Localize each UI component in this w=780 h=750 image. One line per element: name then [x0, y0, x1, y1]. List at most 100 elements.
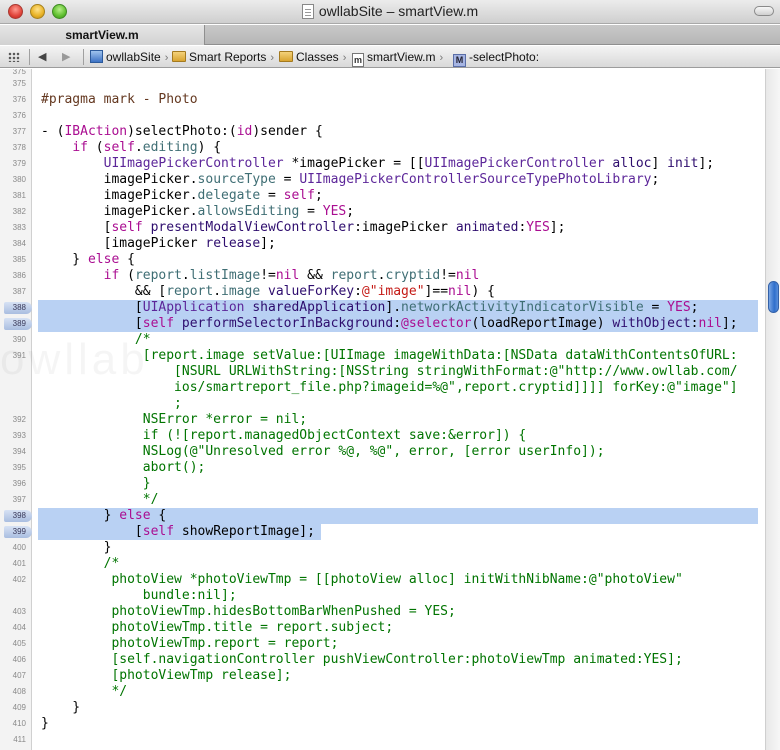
window-title-group: owllabSite – smartView.m [0, 3, 780, 19]
code-line: 401 /* [0, 556, 765, 572]
code-text: && [report.image valueForKey:@"image"]==… [41, 284, 495, 299]
toolbar-toggle-button[interactable] [754, 6, 774, 16]
code-comment: [photoViewTmp release]; [41, 668, 292, 683]
breadcrumb-method[interactable]: M -selectPhoto: [453, 46, 539, 68]
code-line: 395 abort(); [0, 460, 765, 476]
line-number: 396 [12, 479, 26, 488]
code-text: [self performSelectorInBackground:@selec… [41, 316, 738, 331]
code-line: ios/smartreport_file.php?imageid=%@",rep… [0, 380, 765, 396]
jump-bar-divider [29, 49, 30, 65]
code-line: 393 if (![report.managedObjectContext sa… [0, 428, 765, 444]
title-bar: owllabSite – smartView.m [0, 0, 780, 24]
line-number: 376 [12, 111, 26, 120]
code-text: if (report.listImage!=nil && report.cryp… [103, 268, 480, 283]
code-line: 385 } else { [0, 252, 765, 268]
line-number: 404 [12, 623, 26, 632]
line-number: 391 [12, 351, 26, 360]
tab-smartview-m[interactable]: smartView.m [0, 25, 205, 45]
code-line: 378 if (self.editing) { [0, 140, 765, 156]
line-number: 381 [12, 191, 26, 200]
chevron-right-icon: › [164, 52, 169, 64]
breadcrumb-project[interactable]: owllabSite › [90, 46, 172, 68]
code-comment: ; [41, 396, 182, 411]
jump-bar-divider [83, 49, 84, 65]
line-number: 402 [12, 575, 26, 584]
code-text: } [41, 716, 49, 731]
code-text: [self showReportImage]; [41, 524, 315, 539]
breadcrumb-classes[interactable]: Classes › [279, 46, 350, 68]
code-lines: 375 375 376 #pragma mark - Photo 376 377 -… [0, 69, 765, 748]
window-title: owllabSite – smartView.m [318, 3, 479, 19]
line-number: 380 [12, 175, 26, 184]
code-comment: /* [41, 332, 151, 347]
code-line: 380 imagePicker.sourceType = UIImagePick… [0, 172, 765, 188]
vertical-scrollbar[interactable] [765, 69, 780, 750]
code-line: 408 */ [0, 684, 765, 700]
project-icon [90, 50, 103, 63]
line-number: 395 [12, 463, 26, 472]
code-line-highlighted: 388 [UIApplication sharedApplication].ne… [0, 300, 765, 316]
line-number: 408 [12, 687, 26, 696]
code-text: } [41, 700, 81, 715]
jump-bar: ◀ ▶ owllabSite › Smart Reports › Classes › … [0, 46, 780, 68]
chevron-right-icon: › [270, 52, 275, 64]
line-number: 394 [12, 447, 26, 456]
scrollbar-thumb[interactable] [768, 281, 779, 313]
code-comment: NSLog(@"Unresolved error %@, %@", error,… [41, 444, 605, 459]
back-button[interactable]: ◀ [38, 46, 46, 68]
code-line: bundle:nil]; [0, 588, 765, 604]
code-line: 400 } [0, 540, 765, 556]
code-comment: ios/smartreport_file.php?imageid=%@",rep… [41, 380, 738, 395]
breadcrumb-smart-reports[interactable]: Smart Reports › [172, 46, 278, 68]
code-line: 406 [self.navigationController pushViewC… [0, 652, 765, 668]
line-number: 388 [12, 303, 26, 312]
code-line-highlighted: 389 [self performSelectorInBackground:@s… [0, 316, 765, 332]
code-line: 392 NSError *error = nil; [0, 412, 765, 428]
breadcrumb-project-label: owllabSite [106, 50, 161, 64]
line-number: 405 [12, 639, 26, 648]
line-number: 386 [12, 271, 26, 280]
objc-file-icon: m [352, 53, 364, 67]
line-number: 397 [12, 495, 26, 504]
breadcrumb-classes-label: Classes [296, 50, 339, 64]
folder-icon [172, 51, 186, 62]
code-line: 407 [photoViewTmp release]; [0, 668, 765, 684]
code-text: } else { [41, 508, 167, 523]
code-comment: */ [41, 492, 159, 507]
code-line: 376 #pragma mark - Photo [0, 92, 765, 108]
line-number: 398 [12, 511, 26, 520]
line-number: 410 [12, 719, 26, 728]
code-comment: [self.navigationController pushViewContr… [41, 652, 683, 667]
code-text: } else { [41, 252, 135, 267]
code-line: 405 photoViewTmp.report = report; [0, 636, 765, 652]
line-number: 403 [12, 607, 26, 616]
code-comment: /* [41, 556, 120, 571]
related-files-grid-icon[interactable] [8, 52, 20, 62]
code-line: 387 && [report.image valueForKey:@"image… [0, 284, 765, 300]
code-comment: [report.image setValue:[UIImage imageWit… [41, 348, 738, 363]
code-comment: abort(); [41, 460, 206, 475]
line-number: 376 [12, 95, 26, 104]
line-number: 406 [12, 655, 26, 664]
chevron-right-icon: › [342, 52, 347, 64]
breadcrumb-file[interactable]: m smartView.m › [352, 46, 447, 68]
code-comment: [NSURL URLWithString:[NSString stringWit… [41, 364, 738, 379]
code-text: imagePicker.sourceType = UIImagePickerCo… [41, 172, 660, 187]
line-number: 411 [13, 735, 26, 744]
code-line: 390 /* [0, 332, 765, 348]
code-line: 379 UIImagePickerController *imagePicker… [0, 156, 765, 172]
source-editor[interactable]: owllab 375 375 376#pragma mark - Photo 3… [0, 69, 780, 750]
code-comment: bundle:nil]; [41, 588, 237, 603]
line-number: 400 [12, 543, 26, 552]
forward-button[interactable]: ▶ [62, 46, 70, 68]
line-number: 384 [12, 239, 26, 248]
code-line: 396 } [0, 476, 765, 492]
code-line: 381 imagePicker.delegate = self; [0, 188, 765, 204]
code-line: 386 if (report.listImage!=nil && report.… [0, 268, 765, 284]
line-number: 409 [12, 703, 26, 712]
code-line: [NSURL URLWithString:[NSString stringWit… [0, 364, 765, 380]
line-number: 390 [12, 335, 26, 344]
code-line: 394 NSLog(@"Unresolved error %@, %@", er… [0, 444, 765, 460]
code-comment: if (![report.managedObjectContext save:&… [41, 428, 527, 443]
code-text: imagePicker.delegate = self; [41, 188, 323, 203]
